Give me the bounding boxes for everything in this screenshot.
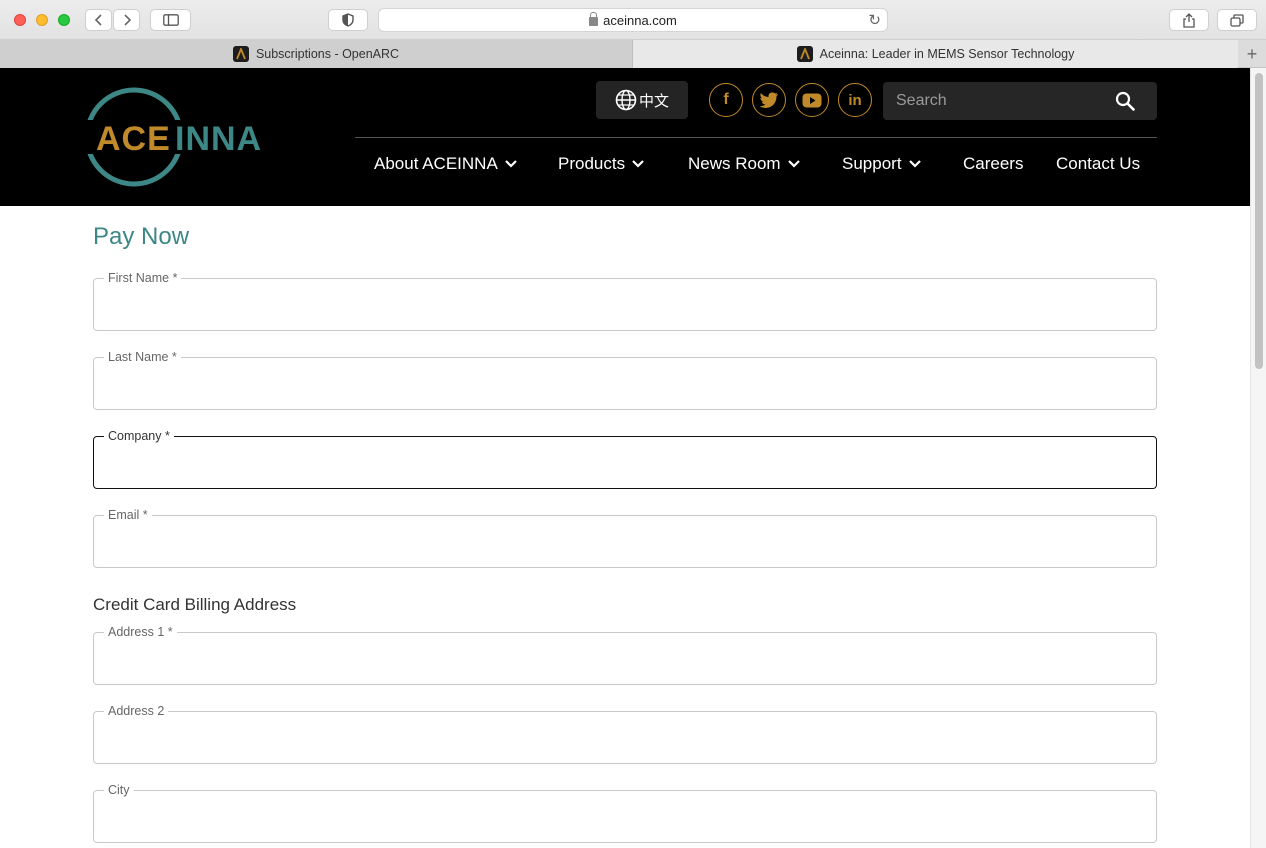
first-name-field[interactable]: First Name * — [93, 271, 1157, 331]
linkedin-icon[interactable]: in — [838, 83, 872, 117]
page-scrollbar[interactable] — [1250, 68, 1266, 848]
search-input[interactable] — [896, 92, 1106, 110]
nav-item-careers[interactable]: Careers — [963, 152, 1023, 176]
field-label: City — [104, 783, 134, 797]
nav-item-about[interactable]: About ACEINNA — [374, 152, 518, 176]
page-title: Pay Now — [93, 223, 190, 250]
search-icon[interactable] — [1115, 91, 1135, 111]
address-1-field[interactable]: Address 1 * — [93, 625, 1157, 685]
lock-icon — [589, 11, 599, 26]
forward-button[interactable] — [113, 9, 140, 31]
aceinna-favicon-icon — [796, 46, 813, 62]
svg-text:INNA: INNA — [175, 120, 262, 158]
address-bar[interactable]: aceinna.com ↻ — [378, 8, 888, 32]
svg-text:ACE: ACE — [96, 120, 171, 158]
address-2-field[interactable]: Address 2 — [93, 704, 1157, 764]
url-text: aceinna.com — [603, 12, 677, 28]
city-field[interactable]: City — [93, 783, 1157, 843]
facebook-icon[interactable]: f — [709, 83, 743, 117]
chevron-down-icon — [908, 160, 921, 168]
nav-item-contact-us[interactable]: Contact Us — [1056, 152, 1140, 176]
company-field[interactable]: Company * — [93, 429, 1157, 489]
address-1-input[interactable] — [108, 647, 1138, 671]
aceinna-logo[interactable]: ACE INNA — [82, 84, 272, 190]
twitter-icon[interactable] — [752, 83, 786, 117]
chevron-down-icon — [505, 160, 517, 168]
field-label: Address 1 * — [104, 625, 177, 639]
nav-item-news-room[interactable]: News Room — [688, 152, 801, 176]
tab-subscriptions[interactable]: Subscriptions - OpenARC — [0, 40, 633, 68]
nav-item-products[interactable]: Products — [558, 152, 645, 176]
minimize-window-button[interactable] — [36, 14, 48, 26]
tabs-overview-icon — [1230, 13, 1244, 27]
company-input[interactable] — [108, 451, 1138, 475]
first-name-input[interactable] — [108, 293, 1138, 317]
site-header: ACE INNA 中文 f in About ACEINNA — [0, 68, 1250, 206]
show-tabs-button[interactable] — [1217, 9, 1257, 31]
close-window-button[interactable] — [14, 14, 26, 26]
aceinna-favicon-icon — [232, 46, 249, 62]
language-switch-button[interactable]: 中文 — [596, 81, 688, 119]
field-label: First Name * — [104, 271, 182, 285]
tab-aceinna[interactable]: Aceinna: Leader in MEMS Sensor Technolog… — [633, 40, 1238, 68]
zoom-window-button[interactable] — [58, 14, 70, 26]
sidebar-icon — [162, 14, 179, 26]
language-label: 中文 — [638, 92, 669, 110]
globe-icon — [615, 89, 637, 111]
share-icon — [1183, 12, 1195, 28]
youtube-icon[interactable] — [795, 83, 829, 117]
tab-label: Subscriptions - OpenARC — [255, 47, 400, 61]
billing-section-heading: Credit Card Billing Address — [93, 595, 297, 614]
chevron-down-icon — [632, 160, 644, 168]
new-tab-button[interactable]: + — [1238, 40, 1266, 68]
field-label: Company * — [104, 429, 174, 443]
chevron-left-icon — [94, 14, 102, 26]
privacy-report-button[interactable] — [328, 9, 368, 31]
chevron-down-icon — [787, 160, 800, 168]
chevron-right-icon — [123, 14, 131, 26]
field-label: Last Name * — [104, 350, 181, 364]
email-input[interactable] — [108, 530, 1138, 554]
back-button[interactable] — [85, 9, 112, 31]
reload-icon[interactable]: ↻ — [868, 11, 881, 29]
address-2-input[interactable] — [108, 726, 1138, 750]
scrollbar-thumb[interactable] — [1255, 73, 1263, 369]
share-button[interactable] — [1169, 9, 1209, 31]
sidebar-toggle-button[interactable] — [150, 9, 191, 31]
nav-item-support[interactable]: Support — [842, 152, 922, 176]
email-field[interactable]: Email * — [93, 508, 1157, 568]
tab-label: Aceinna: Leader in MEMS Sensor Technolog… — [819, 47, 1075, 61]
field-label: Address 2 — [104, 704, 169, 718]
city-input[interactable] — [108, 805, 1138, 829]
tab-bar: Subscriptions - OpenARC Aceinna: Leader … — [0, 40, 1266, 68]
nav-divider — [355, 137, 1157, 138]
shield-icon — [342, 13, 354, 27]
search-box[interactable] — [883, 82, 1157, 120]
browser-toolbar: aceinna.com ↻ — [0, 0, 1266, 40]
last-name-field[interactable]: Last Name * — [93, 350, 1157, 410]
last-name-input[interactable] — [108, 372, 1138, 396]
field-label: Email * — [104, 508, 152, 522]
